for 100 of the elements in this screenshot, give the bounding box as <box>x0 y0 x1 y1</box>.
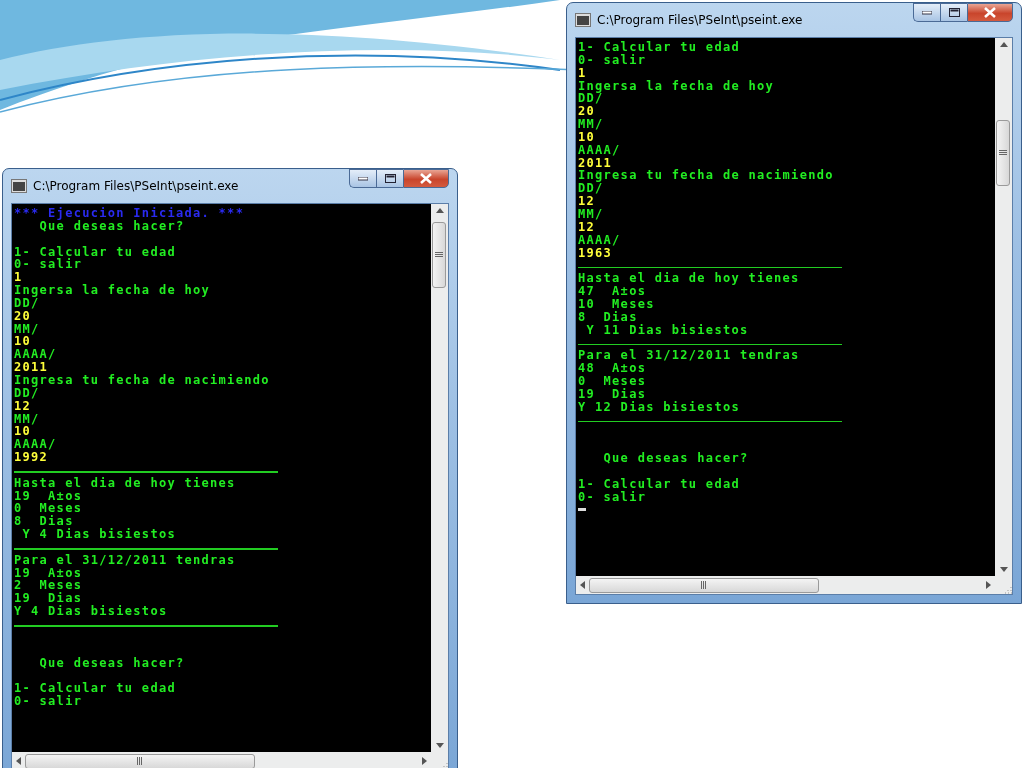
console-text: Ingresa tu fecha de nacimiendo <box>578 169 834 183</box>
scroll-thumb[interactable] <box>996 120 1010 186</box>
minimize-icon <box>358 176 368 181</box>
console-text: MM/ <box>14 412 40 426</box>
console-text: 2011 <box>14 361 49 374</box>
grip-icon <box>999 150 1007 156</box>
console-text: Que deseas hacer? <box>602 452 749 465</box>
scroll-thumb[interactable] <box>25 753 255 768</box>
console-text: Ingersa la fecha de hoy <box>578 79 775 93</box>
console-text: MM/ <box>578 207 604 221</box>
console-text: AAAA/ <box>14 348 57 362</box>
up-arrow-icon <box>999 42 1008 47</box>
maximize-icon <box>948 8 960 17</box>
left-arrow-icon <box>16 757 21 765</box>
minimize-button[interactable] <box>349 169 376 188</box>
console-text: 12 <box>14 399 32 413</box>
window-title: C:\Program Files\PSeInt\pseint.exe <box>33 179 240 193</box>
horizontal-scrollbar[interactable] <box>12 752 431 768</box>
console-text: AAAA/ <box>14 438 57 452</box>
grip-icon <box>701 581 707 589</box>
console-text: 1 <box>578 66 587 80</box>
console-text: 2 Meses <box>14 579 83 593</box>
console-text: 10 Meses <box>578 297 655 311</box>
close-icon <box>984 7 996 18</box>
console-text: Ingresa tu fecha de nacimiendo <box>14 373 270 387</box>
console-text: Y 11 Dias bisiestos <box>585 323 749 337</box>
console-text: 8 Dias <box>14 515 74 529</box>
console-text: 8 Dias <box>578 310 638 324</box>
console-text: 1- Calcular tu edad <box>578 477 740 491</box>
up-arrow-icon <box>435 208 444 213</box>
grip-icon <box>137 757 143 765</box>
console-text: Ingersa la fecha de hoy <box>14 284 211 297</box>
console-text: 12 <box>578 195 596 208</box>
minimize-icon <box>922 10 932 15</box>
console-text: 19 A±os <box>14 489 83 503</box>
console-icon <box>11 179 27 193</box>
console-text: Hasta el dia de hoy tienes <box>578 272 800 286</box>
console-text: 0 Meses <box>578 374 647 388</box>
console-text: 10 <box>14 425 32 439</box>
console-text: 0- salir <box>578 490 647 504</box>
console-text: 0- salir <box>14 258 83 272</box>
console-text: 1963 <box>578 246 613 260</box>
console-text: 48 A±os <box>578 362 647 375</box>
vertical-scrollbar[interactable] <box>431 204 448 752</box>
console-text: *** Ejecucion Iniciada. *** <box>14 207 245 220</box>
console-text: 2011 <box>578 156 613 170</box>
console-text: 10 <box>14 335 32 349</box>
left-arrow-icon <box>580 581 585 589</box>
console-text: MM/ <box>578 118 604 131</box>
console-text: Para el 31/12/2011 tendras <box>578 349 800 363</box>
console-text: 47 A±os <box>578 285 647 298</box>
right-arrow-icon <box>986 581 991 589</box>
console-text: 0- salir <box>578 53 647 67</box>
console-text: 19 A±os <box>14 566 83 580</box>
horizontal-scrollbar[interactable] <box>576 576 995 594</box>
console-text: 1- Calcular tu edad <box>14 682 176 696</box>
console-text: Y 4 Dias bisiestos <box>14 605 168 618</box>
down-arrow-icon <box>999 567 1008 572</box>
scroll-thumb[interactable] <box>589 577 819 593</box>
console-text: DD/ <box>14 296 40 310</box>
console-text: DD/ <box>14 386 40 400</box>
console-text: 19 Dias <box>14 592 83 606</box>
maximize-button[interactable] <box>940 3 967 22</box>
console-text: 20 <box>14 309 32 323</box>
console-text: 1 <box>14 271 23 285</box>
right-arrow-icon <box>422 757 427 765</box>
console-text: AAAA/ <box>578 233 621 247</box>
scroll-thumb[interactable] <box>432 222 446 288</box>
console-text: AAAA/ <box>578 143 621 157</box>
console-text: 10 <box>578 130 596 144</box>
console-text: 1992 <box>14 451 49 464</box>
console-text: Y 4 Dias bisiestos <box>21 528 176 541</box>
console-text: Que deseas hacer? <box>38 656 185 670</box>
maximize-button[interactable] <box>376 169 403 188</box>
maximize-icon <box>384 174 396 183</box>
window-title: C:\Program Files\PSeInt\pseint.exe <box>597 13 804 27</box>
close-icon <box>420 173 432 184</box>
console-text: 0- salir <box>14 695 83 708</box>
console-text: 1- Calcular tu edad <box>578 41 740 54</box>
console-text: 1- Calcular tu edad <box>14 245 176 259</box>
down-arrow-icon <box>435 743 444 748</box>
grip-icon <box>435 252 443 258</box>
console-text: Hasta el dia de hoy tienes <box>14 476 236 490</box>
console-text: 12 <box>578 220 596 234</box>
text-cursor <box>578 508 586 512</box>
console-text: DD/ <box>578 92 604 106</box>
console-text: 0 Meses <box>14 502 83 516</box>
console-text: 19 Dias <box>578 387 647 401</box>
console-text: 20 <box>578 105 596 119</box>
console-text: MM/ <box>14 322 40 336</box>
close-button[interactable] <box>403 169 449 188</box>
minimize-button[interactable] <box>913 3 940 22</box>
console-text: Que deseas hacer? <box>38 219 185 233</box>
console-text: Y 12 Dias bisiestos <box>578 400 740 414</box>
close-button[interactable] <box>967 3 1013 22</box>
console-icon <box>575 13 591 27</box>
console-text: Para el 31/12/2011 tendras <box>14 553 236 567</box>
resize-grip-icon <box>1003 585 1012 594</box>
vertical-scrollbar[interactable] <box>995 38 1012 576</box>
console-text: DD/ <box>578 182 604 196</box>
